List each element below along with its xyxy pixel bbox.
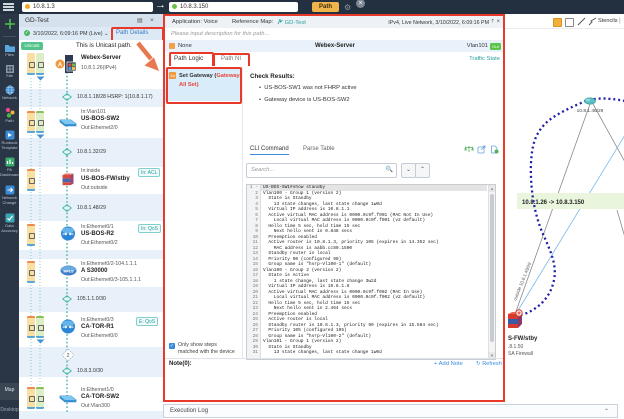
svg-text:MPLS: MPLS xyxy=(64,270,75,274)
svg-text:10.8.1.48/29: 10.8.1.48/29 xyxy=(577,108,604,114)
svg-text:SA Firewall: SA Firewall xyxy=(508,351,533,357)
svg-text:10.8.1.26 -> 10.8.3.150: 10.8.1.26 -> 10.8.3.150 xyxy=(522,200,585,206)
svg-text:S-FW/stby: S-FW/stby xyxy=(508,336,538,342)
svg-text:.8.1.50: .8.1.50 xyxy=(508,344,524,350)
svg-text:2: 2 xyxy=(66,353,69,359)
svg-text:A: A xyxy=(58,63,63,69)
svg-text:outside 10.8.1.49/29: outside 10.8.1.49/29 xyxy=(512,261,532,301)
